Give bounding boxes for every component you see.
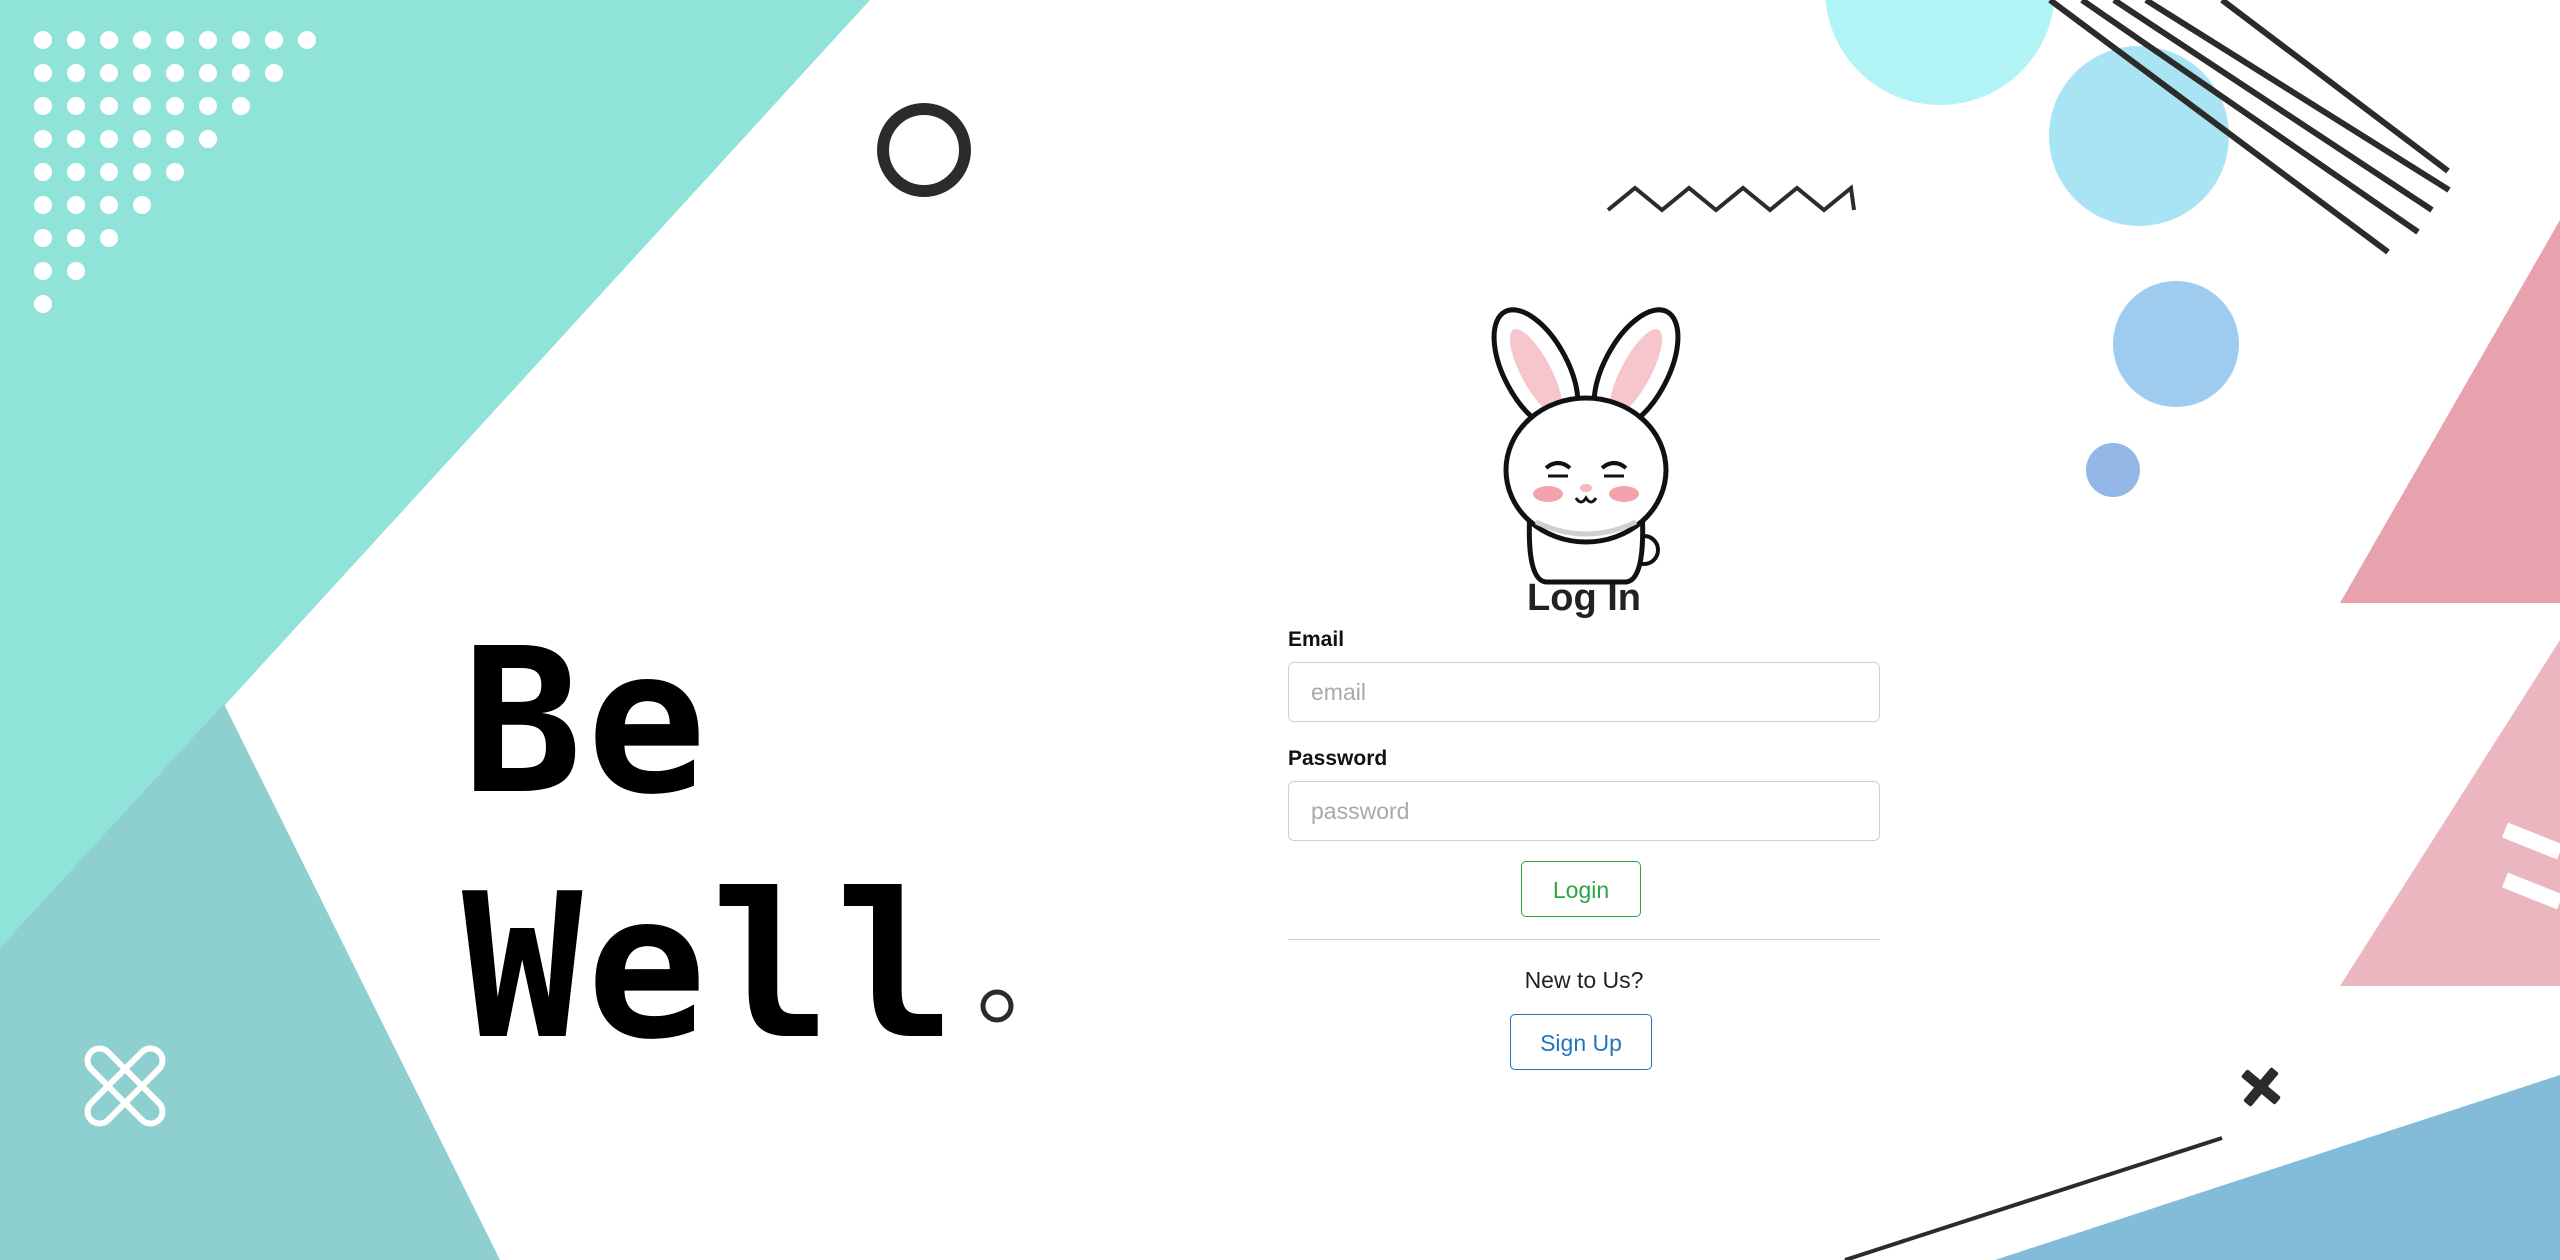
pattern-dot [133,163,151,181]
pattern-dot [67,97,85,115]
blue-shape [1995,1075,2560,1260]
circle-sky [2049,46,2229,226]
pattern-dot [265,31,283,49]
email-input[interactable] [1288,662,1880,722]
password-input[interactable] [1288,781,1880,841]
password-label: Password [1288,747,1388,770]
email-group: Email [1288,627,1880,722]
login-button[interactable]: Login [1521,861,1641,917]
pattern-dot [133,31,151,49]
bunny-mascot-icon [1491,307,1681,585]
pattern-dot [232,97,250,115]
pattern-dot [100,31,118,49]
pattern-dot [100,229,118,247]
pattern-dot [199,31,217,49]
pattern-dot [133,196,151,214]
pattern-dot [232,31,250,49]
pattern-dot [34,163,52,181]
pattern-dot [34,97,52,115]
decorative-background [0,0,2560,1260]
cross-icon [2241,1067,2281,1107]
pattern-dot [34,262,52,280]
pattern-dot [100,97,118,115]
pattern-dot [100,163,118,181]
small-ring-icon [980,989,1014,1023]
pattern-dot [199,97,217,115]
hero-heading: Be Well [462,600,960,1090]
pattern-dot [232,64,250,82]
divider [1288,939,1880,940]
pattern-dot [199,64,217,82]
light-pink-triangle [2340,640,2560,986]
hero-line-2: Well [462,851,960,1084]
pattern-dot [166,97,184,115]
pattern-dot [100,64,118,82]
pattern-dot [166,64,184,82]
pattern-dot [133,130,151,148]
pattern-dot [34,64,52,82]
password-group: Password [1288,746,1880,841]
login-button-row: Login [1288,861,1880,917]
pattern-dot [34,130,52,148]
pattern-dot [34,31,52,49]
signup-button[interactable]: Sign Up [1510,1014,1652,1070]
pattern-dot [67,163,85,181]
email-label: Email [1288,628,1345,651]
pattern-dot [133,97,151,115]
pattern-dot [100,196,118,214]
pattern-dot [34,196,52,214]
circle-small-blue [2086,443,2140,497]
pattern-dot [67,196,85,214]
pattern-dot [67,229,85,247]
pattern-dot [100,130,118,148]
pattern-dot [166,31,184,49]
pattern-dot [265,64,283,82]
hero-line-1: Be [462,606,711,839]
login-form: Log In Email Password Login New to Us? S… [1288,300,1880,1070]
new-user-prompt: New to Us? [1524,967,1644,993]
circle-cyan [1825,0,2055,105]
pink-triangle [2340,220,2560,603]
signup-button-row: Sign Up [1288,1014,1880,1070]
pattern-dot [67,262,85,280]
circle-blue [2113,281,2239,407]
zigzag-icon [1606,184,1856,213]
pattern-dot [166,130,184,148]
pattern-dot [199,130,217,148]
ring-icon [877,103,971,197]
login-page: Be Well Log In Email email Password Logi… [0,0,2560,1260]
pattern-dot [298,31,316,49]
pattern-dot [166,163,184,181]
pattern-dot [133,64,151,82]
pattern-dot [34,229,52,247]
pattern-dot [67,64,85,82]
pattern-dot [67,130,85,148]
pattern-dot [67,31,85,49]
pattern-dot [34,295,52,313]
